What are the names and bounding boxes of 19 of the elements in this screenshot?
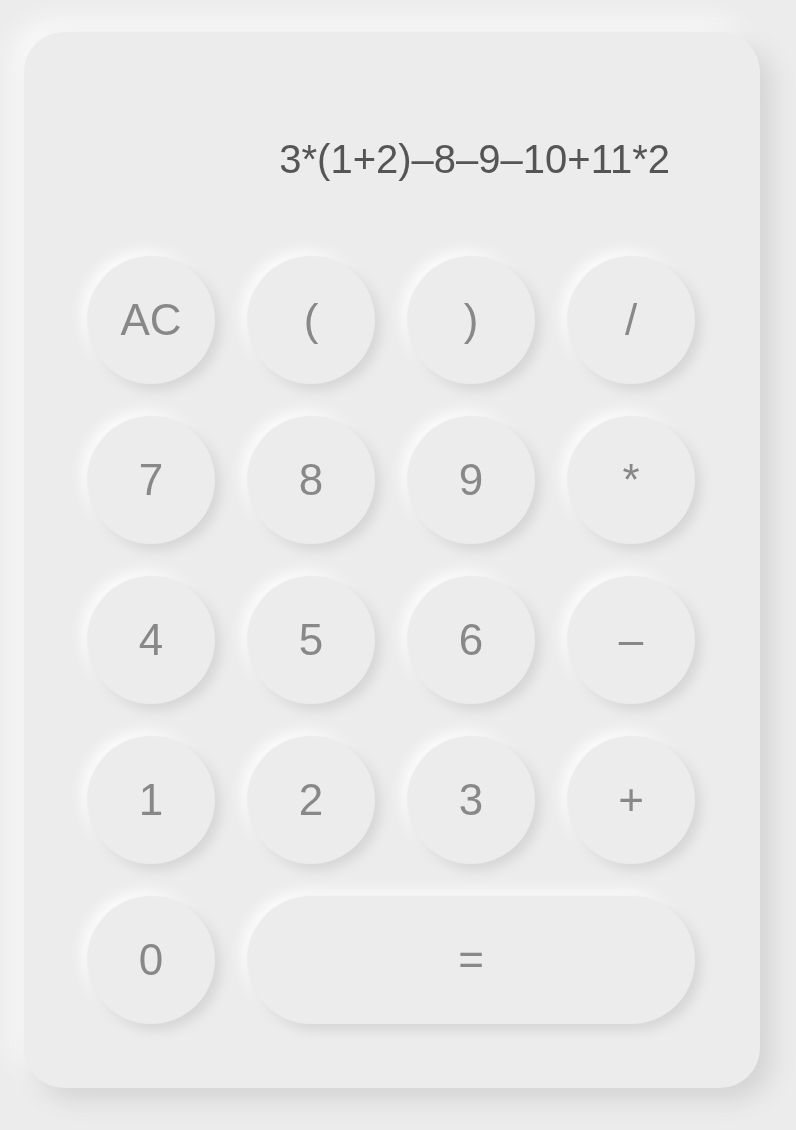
calculator-key[interactable]: + bbox=[567, 736, 695, 864]
calculator-key[interactable]: 7 bbox=[87, 416, 215, 544]
calculator-key[interactable]: / bbox=[567, 256, 695, 384]
calculator-key[interactable]: 3 bbox=[407, 736, 535, 864]
calculator-key[interactable]: ) bbox=[407, 256, 535, 384]
equals-key[interactable]: = bbox=[247, 896, 695, 1024]
expression-display: 3*(1+2)–8–9–10+11*2 bbox=[279, 136, 670, 183]
calculator-key[interactable]: 4 bbox=[87, 576, 215, 704]
calculator-key[interactable]: 9 bbox=[407, 416, 535, 544]
calculator-key[interactable]: 2 bbox=[247, 736, 375, 864]
calculator-key[interactable]: 1 bbox=[87, 736, 215, 864]
calculator-key[interactable]: 5 bbox=[247, 576, 375, 704]
calculator-key[interactable]: – bbox=[567, 576, 695, 704]
calculator-key[interactable]: AC bbox=[87, 256, 215, 384]
calculator-key[interactable]: * bbox=[567, 416, 695, 544]
calculator-key[interactable]: 0 bbox=[87, 896, 215, 1024]
calculator-key[interactable]: 6 bbox=[407, 576, 535, 704]
calculator-key[interactable]: ( bbox=[247, 256, 375, 384]
calculator-key[interactable]: 8 bbox=[247, 416, 375, 544]
